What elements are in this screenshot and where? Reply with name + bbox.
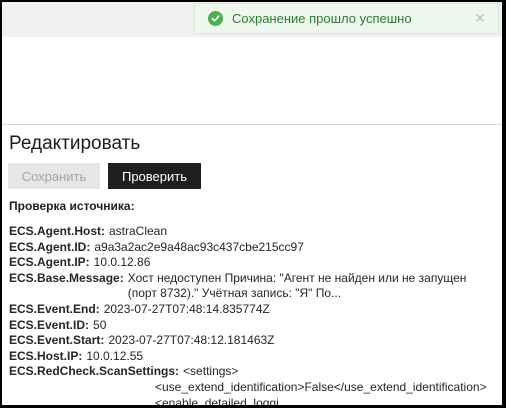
success-toast: Сохранение прошло успешно	[194, 3, 499, 34]
field-event-id: ECS.Event.ID: 50	[9, 318, 495, 334]
field-key: ECS.Event.ID:	[9, 317, 90, 332]
check-circle-icon	[208, 11, 223, 26]
field-value: 10.0.12.86	[93, 255, 151, 270]
field-key: ECS.RedCheck.ScanSettings:	[9, 364, 180, 379]
field-event-start: ECS.Event.Start: 2023-07-27T07:48:12.181…	[9, 333, 495, 349]
field-key: ECS.Event.Start:	[9, 333, 105, 348]
field-base-message: ECS.Base.Message: Хост недоступен Причин…	[9, 271, 495, 302]
field-value: <settings>	[183, 364, 239, 379]
page-title: Редактировать	[9, 133, 141, 154]
scan-settings-line: <enable_detailed_loggi...	[155, 395, 289, 405]
field-key: ECS.Agent.IP:	[9, 255, 90, 270]
field-value: 2023-07-27T07:48:12.181463Z	[108, 333, 275, 348]
toast-message: Сохранение прошло успешно	[232, 11, 412, 26]
field-value: 2023-07-27T07:48:14.835774Z	[103, 301, 270, 316]
field-event-end: ECS.Event.End: 2023-07-27T07:48:14.83577…	[9, 302, 495, 318]
field-value: 50	[93, 317, 107, 332]
field-value: Хост недоступен Причина: "Агент не найде…	[127, 270, 467, 301]
field-value: a9a3a2ac2e9a48ac93c437cbe215cc97	[94, 239, 304, 254]
divider	[2, 124, 502, 125]
scan-settings-line: <use_extend_identification>False</use_ex…	[155, 379, 487, 394]
field-key: ECS.Base.Message:	[9, 270, 124, 285]
close-icon[interactable]	[473, 11, 487, 25]
field-value: astraClean	[109, 224, 168, 238]
field-host-ip: ECS.Host.IP: 10.0.12.55	[9, 349, 495, 365]
field-agent-id: ECS.Agent.ID: a9a3a2ac2e9a48ac93c437cbe2…	[9, 240, 495, 256]
save-button[interactable]: Сохранить	[8, 163, 100, 189]
field-key: ECS.Agent.ID:	[9, 239, 91, 254]
field-agent-host: ECS.Agent.Host: astraClean	[9, 224, 495, 240]
source-check-details: ECS.Agent.Host: astraClean ECS.Agent.ID:…	[9, 224, 495, 405]
source-check-label: Проверка источника:	[9, 199, 135, 213]
field-value: 10.0.12.55	[86, 348, 144, 363]
check-button[interactable]: Проверить	[108, 163, 201, 189]
field-scan-settings: ECS.RedCheck.ScanSettings: <settings>	[9, 364, 495, 380]
field-key: ECS.Agent.Host:	[9, 224, 105, 238]
field-key: ECS.Host.IP:	[9, 348, 83, 363]
field-agent-ip: ECS.Agent.IP: 10.0.12.86	[9, 255, 495, 271]
field-key: ECS.Event.End:	[9, 301, 100, 316]
app-window: Сохранение прошло успешно Редактировать …	[2, 2, 502, 405]
